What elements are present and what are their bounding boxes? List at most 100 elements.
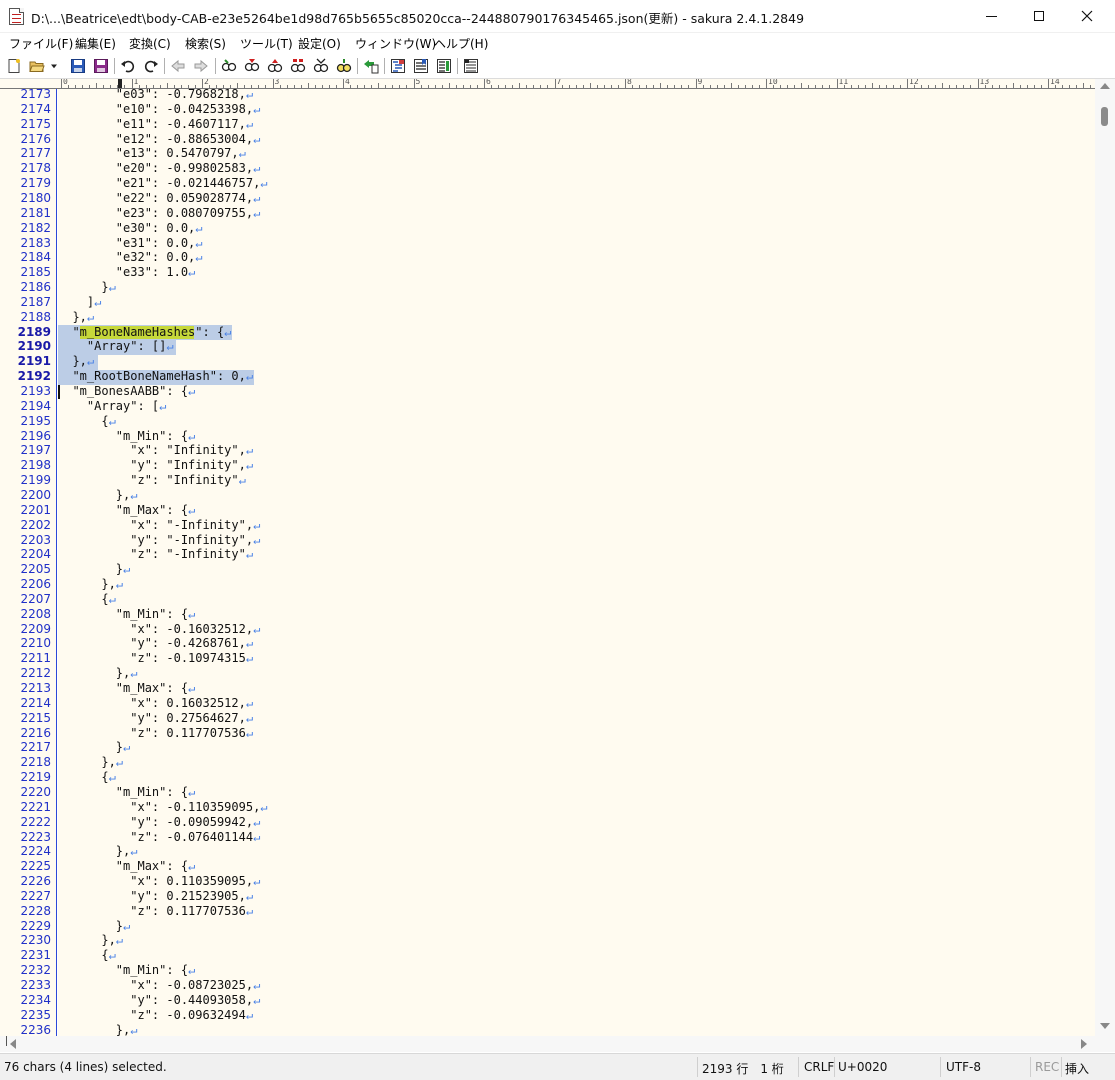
line-number[interactable]: 2191 [0, 354, 51, 368]
code-line[interactable]: {↵ [58, 592, 115, 607]
find-prev-button[interactable] [243, 57, 261, 75]
scroll-up-icon[interactable] [1100, 83, 1110, 89]
line-number[interactable]: 2185 [0, 265, 51, 279]
line-number[interactable]: 2181 [0, 206, 51, 220]
bookmark-list-button[interactable] [412, 57, 430, 75]
line-number[interactable]: 2196 [0, 429, 51, 443]
code-line[interactable]: "y": -0.09059942,↵ [58, 815, 260, 830]
menu-window[interactable]: ウィンドウ(W) [355, 35, 436, 52]
code-line[interactable]: "e31": 0.0,↵ [58, 236, 203, 251]
code-line[interactable]: "e32": 0.0,↵ [58, 250, 203, 265]
code-line[interactable]: "m_Min": {↵ [58, 785, 195, 800]
cursor-position[interactable]: 2193 行 1 桁 [702, 1060, 784, 1077]
open-file-button[interactable] [28, 57, 46, 75]
find-button[interactable] [220, 57, 238, 75]
code-line[interactable]: },↵ [58, 488, 138, 503]
code-line[interactable]: "x": -0.16032512,↵ [58, 622, 260, 637]
line-number[interactable]: 2218 [0, 755, 51, 769]
line-number[interactable]: 2180 [0, 191, 51, 205]
line-number[interactable]: 2189 [0, 325, 51, 339]
code-line[interactable]: "m_Min": {↵ [58, 963, 195, 978]
code-line[interactable]: "z": 0.117707536↵ [58, 726, 253, 741]
line-number[interactable]: 2183 [0, 236, 51, 250]
code-line[interactable]: "m_BoneNameHashes": {↵ [58, 325, 231, 340]
code-line[interactable]: }↵ [58, 280, 115, 295]
line-number[interactable]: 2212 [0, 666, 51, 680]
line-number[interactable]: 2190 [0, 339, 51, 353]
code-line[interactable]: "Array": []↵ [58, 339, 174, 354]
code-line[interactable]: {↵ [58, 770, 115, 785]
code-line[interactable]: "m_Min": {↵ [58, 429, 195, 444]
line-number[interactable]: 2211 [0, 651, 51, 665]
line-number[interactable]: 2201 [0, 503, 51, 517]
code-line[interactable]: "x": "Infinity",↵ [58, 443, 253, 458]
line-number[interactable]: 2221 [0, 800, 51, 814]
code-line[interactable]: "e21": -0.021446757,↵ [58, 176, 268, 191]
code-line[interactable]: "e22": 0.059028774,↵ [58, 191, 261, 206]
menu-settings[interactable]: 設定(O) [298, 35, 341, 52]
code-line[interactable]: "x": -0.110359095,↵ [58, 800, 267, 815]
code-line[interactable]: },↵ [58, 666, 138, 681]
line-number[interactable]: 2204 [0, 547, 51, 561]
code-line[interactable]: "y": 0.21523905,↵ [58, 889, 253, 904]
line-number[interactable]: 2192 [0, 369, 51, 383]
code-line[interactable]: "x": 0.110359095,↵ [58, 874, 260, 889]
code-line[interactable]: }↵ [58, 740, 130, 755]
line-number[interactable]: 2231 [0, 948, 51, 962]
code-line[interactable]: "x": "-Infinity",↵ [58, 518, 260, 533]
scroll-left-icon[interactable] [10, 1039, 16, 1049]
jump-forward-button[interactable] [192, 57, 210, 75]
line-number[interactable]: 2178 [0, 161, 51, 175]
code-line[interactable]: "m_BonesAABB": {↵ [58, 384, 195, 399]
line-number[interactable]: 2236 [0, 1023, 51, 1036]
line-number[interactable]: 2194 [0, 399, 51, 413]
line-number[interactable]: 2207 [0, 592, 51, 606]
code-line[interactable]: }↵ [58, 562, 130, 577]
line-number[interactable]: 2229 [0, 919, 51, 933]
code-line[interactable]: "y": "Infinity",↵ [58, 458, 253, 473]
line-number[interactable]: 2234 [0, 993, 51, 1007]
function-list-button[interactable] [435, 57, 453, 75]
line-number[interactable]: 2215 [0, 711, 51, 725]
jump-back-button[interactable] [169, 57, 187, 75]
code-line[interactable]: "e33": 1.0↵ [58, 265, 195, 280]
code-line[interactable]: },↵ [58, 933, 123, 948]
code-line[interactable]: },↵ [58, 354, 94, 369]
code-line[interactable]: "m_Max": {↵ [58, 503, 195, 518]
redo-button[interactable] [142, 57, 160, 75]
minimize-button[interactable] [968, 0, 1014, 32]
code-line[interactable]: {↵ [58, 414, 115, 429]
line-number[interactable]: 2233 [0, 978, 51, 992]
code-line[interactable]: "e30": 0.0,↵ [58, 221, 203, 236]
code-line[interactable]: "x": -0.08723025,↵ [58, 978, 260, 993]
code-line[interactable]: "e23": 0.080709755,↵ [58, 206, 261, 221]
new-file-button[interactable] [5, 57, 23, 75]
code-line[interactable]: "m_Max": {↵ [58, 681, 195, 696]
line-number[interactable]: 2206 [0, 577, 51, 591]
code-line[interactable]: {↵ [58, 948, 115, 963]
line-number[interactable]: 2177 [0, 146, 51, 160]
save-button[interactable] [69, 57, 87, 75]
grep-button[interactable] [335, 57, 353, 75]
scroll-right-icon[interactable] [1081, 1039, 1087, 1049]
line-number[interactable]: 2210 [0, 636, 51, 650]
menu-edit[interactable]: 編集(E) [75, 35, 116, 52]
code-line[interactable]: },↵ [58, 755, 123, 770]
line-number[interactable]: 2193 [0, 384, 51, 398]
undo-button[interactable] [119, 57, 137, 75]
line-number[interactable]: 2187 [0, 295, 51, 309]
line-number[interactable]: 2223 [0, 830, 51, 844]
encoding-status[interactable]: UTF-8 [946, 1060, 981, 1074]
line-number[interactable]: 2176 [0, 132, 51, 146]
line-number[interactable]: 2198 [0, 458, 51, 472]
code-line[interactable]: "z": "-Infinity"↵ [58, 547, 253, 562]
line-number[interactable]: 2200 [0, 488, 51, 502]
line-number[interactable]: 2219 [0, 770, 51, 784]
line-number[interactable]: 2216 [0, 726, 51, 740]
line-number[interactable]: 2213 [0, 681, 51, 695]
line-number[interactable]: 2209 [0, 622, 51, 636]
line-number[interactable]: 2174 [0, 102, 51, 116]
line-number[interactable]: 2179 [0, 176, 51, 190]
line-number[interactable]: 2203 [0, 533, 51, 547]
code-line[interactable]: },↵ [58, 1023, 138, 1036]
